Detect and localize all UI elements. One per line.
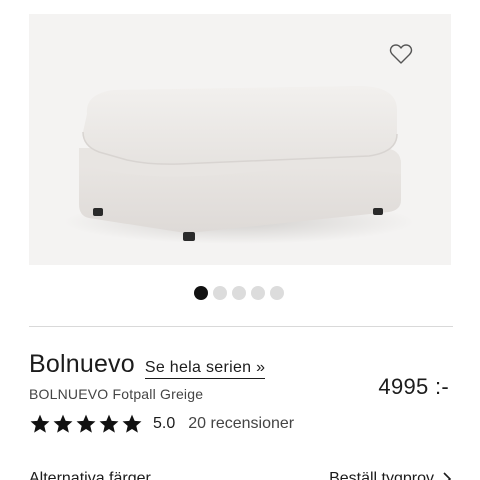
- heart-outline-icon[interactable]: [389, 42, 413, 66]
- star-icon: [122, 414, 142, 433]
- see-series-link[interactable]: Se hela serien »: [144, 359, 266, 379]
- star-icon: [53, 414, 73, 433]
- carousel-dot[interactable]: [213, 286, 227, 300]
- carousel-dot[interactable]: [251, 286, 265, 300]
- carousel-dots: [194, 286, 284, 300]
- product-subtitle: BOLNUEVO Fotpall Greige: [29, 386, 204, 402]
- rating-value: 5.0: [153, 415, 176, 432]
- order-fabric-sample-link[interactable]: Beställ tygprov: [329, 470, 452, 480]
- chevron-right-icon: [443, 472, 452, 480]
- divider: [29, 326, 453, 327]
- carousel-dot[interactable]: [232, 286, 246, 300]
- order-fabric-sample-label: Beställ tygprov: [329, 470, 434, 480]
- ottoman-image: [64, 86, 414, 244]
- carousel-dot[interactable]: [270, 286, 284, 300]
- product-brand: Bolnuevo: [29, 350, 135, 378]
- star-icon: [76, 414, 96, 433]
- carousel-dot[interactable]: [194, 286, 208, 300]
- star-icon: [99, 414, 119, 433]
- star-icon: [30, 414, 50, 433]
- product-price: 4995 :-: [378, 374, 449, 399]
- reviews-link[interactable]: 20 recensioner: [188, 415, 294, 433]
- alternative-colors-label[interactable]: Alternativa färger: [29, 470, 151, 480]
- rating-stars: [29, 413, 143, 435]
- rating-row: 5.0 20 recensioner: [29, 413, 294, 435]
- product-title-row: Bolnuevo Se hela serien »: [29, 350, 266, 379]
- product-image-area[interactable]: [29, 14, 451, 265]
